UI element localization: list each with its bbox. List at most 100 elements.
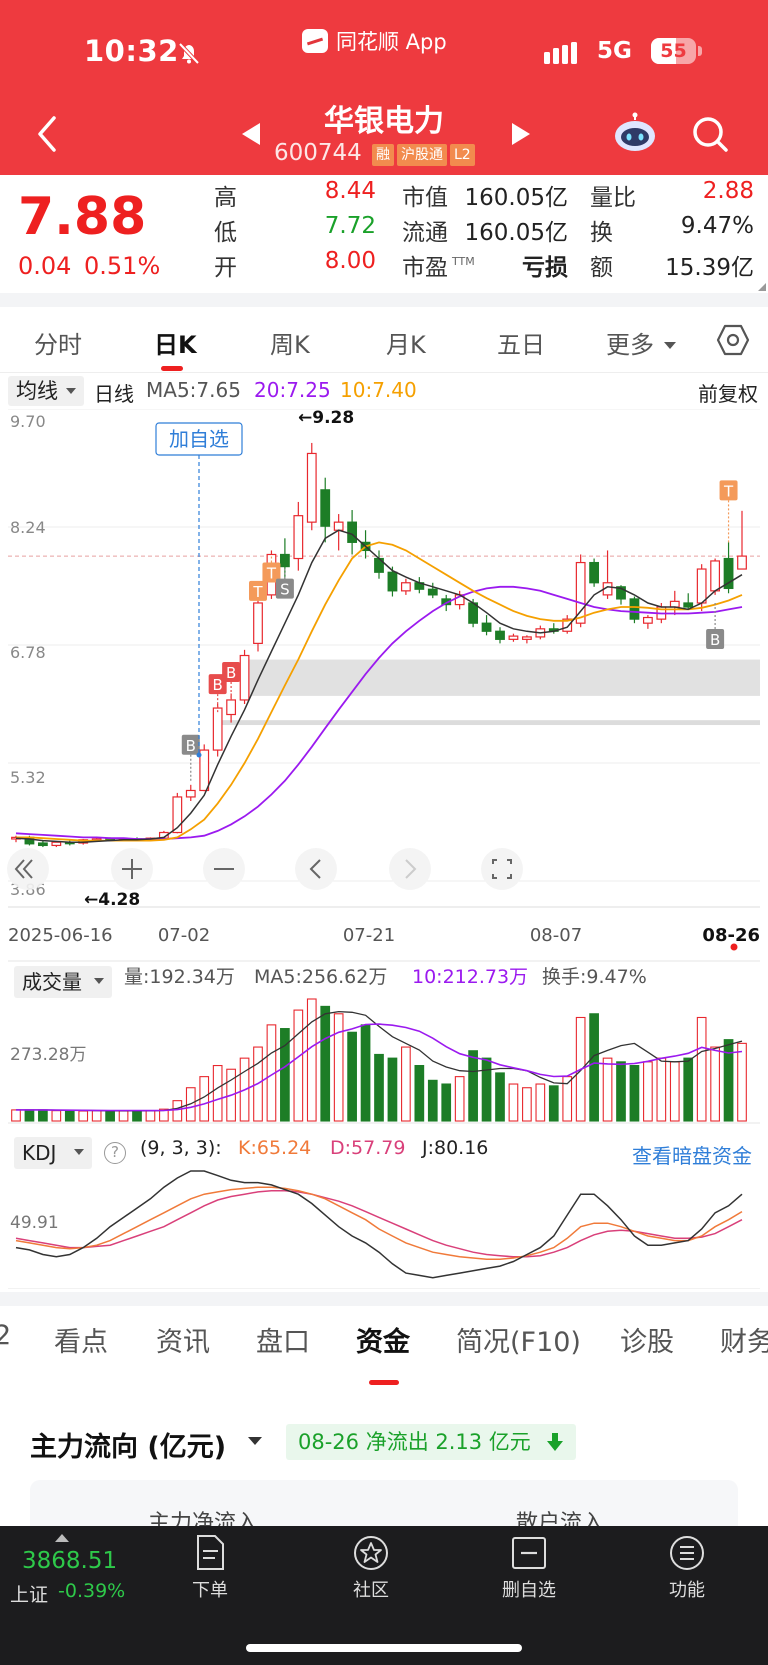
volume-bar: [64, 1110, 75, 1122]
volume-bar: [320, 1005, 331, 1122]
tag-margin: 融: [372, 144, 394, 166]
volume-bar: [441, 1083, 452, 1122]
sell-marker-label: S: [280, 581, 290, 599]
nav-remove-watch[interactable]: 删自选: [484, 1534, 574, 1602]
robot-assistant-icon[interactable]: [612, 112, 658, 154]
back-button[interactable]: [30, 112, 66, 156]
nav-order[interactable]: 下单: [165, 1534, 255, 1602]
nav-functions-label: 功能: [669, 1580, 705, 1601]
active-tab-underline: [369, 1380, 399, 1385]
net-outflow-badge: 08-26 净流出 2.13 亿元: [286, 1424, 576, 1460]
tab-highlights[interactable]: 看点: [54, 1320, 108, 1359]
prev-stock-button[interactable]: [240, 121, 262, 147]
candle-body: [37, 842, 48, 847]
chart-grid: [8, 409, 760, 882]
candle-body: [320, 489, 331, 527]
stock-detail-page: 10:32 同花顺 App 5G 55 华银电力 600744 融 沪股通 L2…: [0, 0, 768, 1665]
status-app-name: 同花顺 App: [336, 30, 447, 54]
mktcap-value: 160.05亿: [464, 185, 568, 211]
tab-order-book[interactable]: 盘口: [256, 1320, 310, 1359]
kdj-j-value: J:80.16: [421, 1137, 488, 1159]
candle-body: [737, 555, 747, 570]
caret-down-icon[interactable]: [248, 1437, 262, 1445]
price-adjust-toggle[interactable]: 前复权: [698, 378, 758, 407]
volume-bar: [495, 1072, 505, 1122]
expand-corner-icon[interactable]: [756, 283, 766, 291]
status-time: 10:32: [84, 34, 179, 68]
home-indicator: [246, 1644, 522, 1652]
stock-code: 600744: [274, 140, 362, 166]
tab-five-day[interactable]: 五日: [497, 325, 545, 360]
fullscreen-button[interactable]: [481, 848, 523, 890]
candle-body: [400, 582, 411, 592]
tab-weekly-k[interactable]: 周K: [270, 325, 310, 360]
candle-body: [696, 568, 707, 604]
expand-up-icon[interactable]: [55, 1534, 69, 1542]
index-change: -0.39%: [58, 1580, 126, 1602]
tab-news[interactable]: 资讯: [156, 1320, 210, 1359]
volume-bar: [522, 1087, 532, 1122]
x-tick: 08-07: [530, 925, 582, 946]
nav-community[interactable]: 社区: [326, 1534, 416, 1602]
candle-body: [51, 841, 62, 847]
dark-pool-fund-link[interactable]: 查看暗盘资金: [632, 1140, 752, 1169]
candle-body: [710, 560, 721, 592]
tab-financials[interactable]: 财务: [720, 1320, 768, 1359]
tab-monthly-k[interactable]: 月K: [386, 325, 426, 360]
volume-bars: [11, 998, 747, 1122]
candle-body: [306, 452, 317, 523]
zoom-out-button[interactable]: [203, 848, 245, 890]
volume-y-tick: 273.28万: [10, 1045, 86, 1065]
candle-body: [279, 553, 290, 568]
tab-daily-k[interactable]: 日K: [154, 325, 197, 360]
nav-functions[interactable]: 功能: [642, 1534, 732, 1602]
zoom-in-button[interactable]: [111, 848, 153, 890]
volume-bar: [132, 1110, 142, 1122]
buy-marker-label: B: [226, 664, 236, 682]
pan-left-button[interactable]: [295, 848, 337, 890]
volume-indicator-select[interactable]: 成交量: [14, 966, 112, 998]
volume-bar: [306, 998, 317, 1122]
volume-bar: [293, 1009, 304, 1122]
remove-watch-icon: [512, 1537, 546, 1569]
tab-funds[interactable]: 资金: [356, 1320, 410, 1359]
support-zone: [244, 659, 760, 696]
x-tick: 07-21: [343, 925, 395, 946]
add-watch-label: 加自选: [169, 427, 229, 451]
tag-connect: 沪股通: [397, 144, 447, 166]
caret-down-icon: [94, 978, 104, 984]
scroll-left-button[interactable]: [7, 848, 49, 890]
volume-bar: [468, 1050, 478, 1122]
high-value: 8.44: [324, 178, 376, 204]
today-dot: [730, 943, 738, 951]
index-name: 上证: [10, 1584, 49, 1606]
search-icon[interactable]: [690, 114, 730, 154]
divider: [0, 1292, 768, 1306]
status-app: 同花顺 App: [302, 26, 447, 56]
tab-intraday[interactable]: 分时: [34, 325, 82, 360]
candle-body: [508, 635, 519, 640]
help-icon[interactable]: ?: [104, 1142, 126, 1164]
ma-indicator-select[interactable]: 均线: [8, 376, 84, 406]
candle-body: [427, 588, 438, 596]
index-value[interactable]: 3868.51: [22, 1548, 117, 1574]
tab-f10[interactable]: 简况(F10): [456, 1320, 581, 1359]
kdj-select-label: KDJ: [22, 1141, 57, 1165]
buy-marker-label: B: [186, 737, 196, 755]
tab-diagnosis[interactable]: 诊股: [620, 1320, 674, 1359]
tab-more[interactable]: 更多: [606, 325, 676, 360]
x-tick: 08-26: [702, 925, 760, 946]
mktcap-label: 市值: [402, 185, 448, 211]
hexagon-settings-icon[interactable]: [716, 323, 750, 357]
amount-label: 额: [590, 255, 613, 281]
nav-order-label: 下单: [192, 1580, 228, 1601]
volume-bar: [683, 1057, 694, 1122]
pan-right-button[interactable]: [389, 848, 431, 890]
kdj-d-line: [15, 1189, 743, 1258]
bottom-nav: 3868.51 上证 -0.39% 下单 社区 删自选 功能: [0, 1526, 768, 1665]
tab-partial[interactable]: 2: [0, 1320, 11, 1351]
app-logo-icon: [302, 29, 328, 53]
next-stock-button[interactable]: [510, 121, 532, 147]
kdj-indicator-select[interactable]: KDJ: [14, 1137, 92, 1169]
candle-body: [495, 630, 505, 640]
